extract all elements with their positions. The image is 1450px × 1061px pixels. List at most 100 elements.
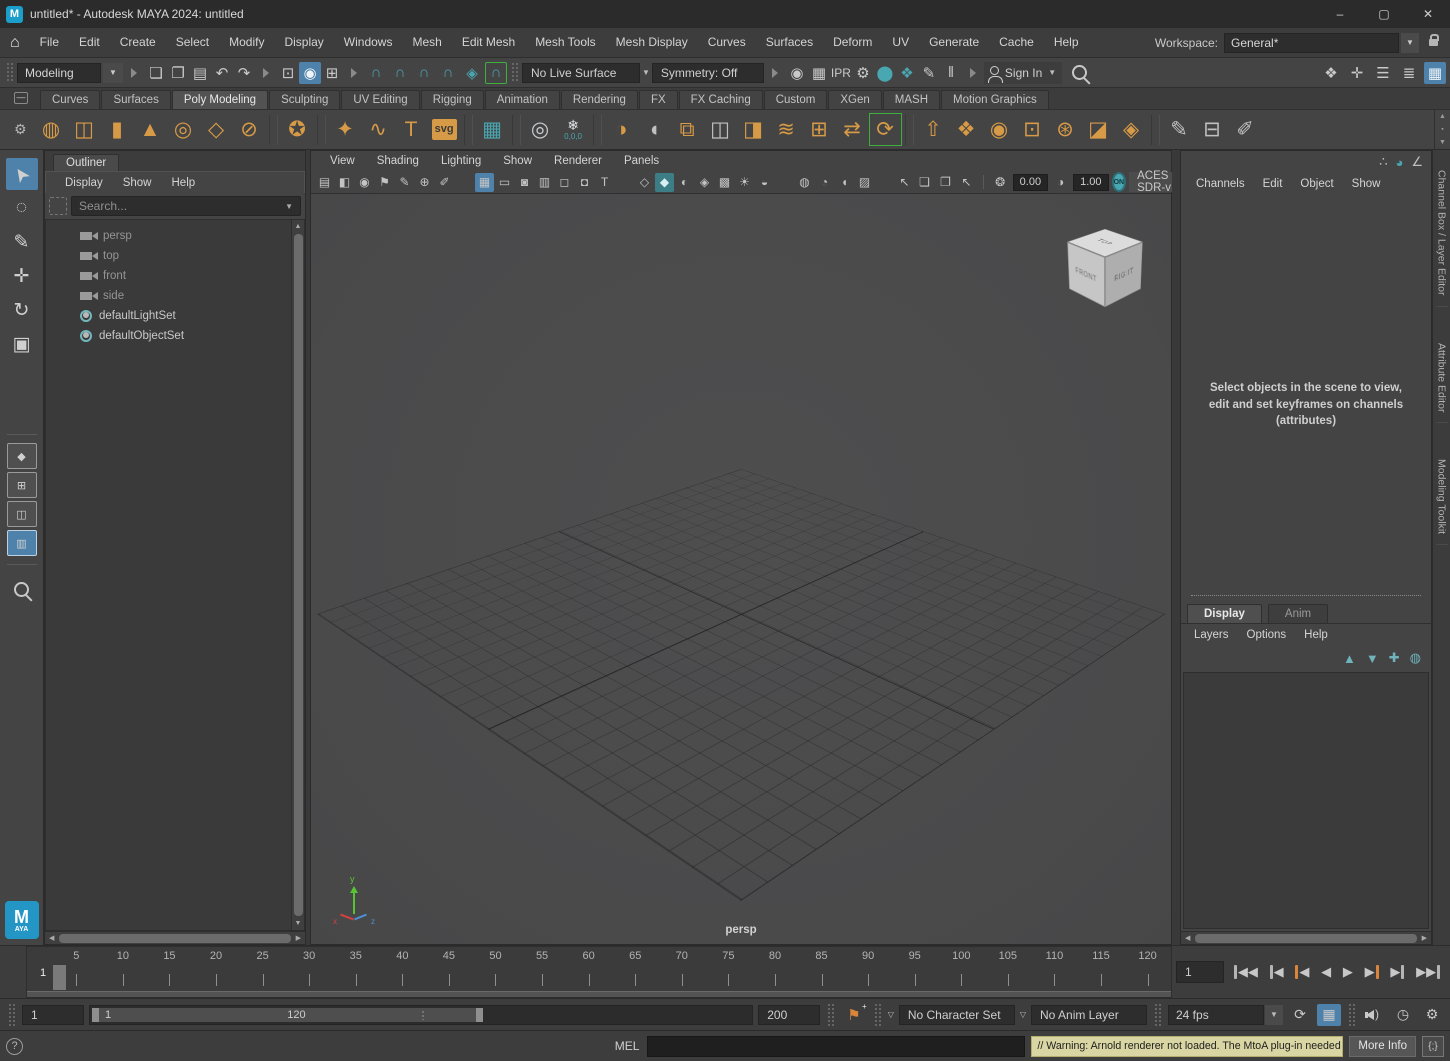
anim-layer-select[interactable]: No Anim Layer — [1031, 1005, 1147, 1025]
lock-camera-icon[interactable]: ◧ — [335, 173, 354, 192]
menu-set-select[interactable]: Modeling — [17, 63, 101, 83]
channel-horizontal-scrollbar[interactable]: ◀ ▶ — [1181, 931, 1431, 944]
shelf-scroll-buttons[interactable]: ▲ ▪ ▼ — [1434, 110, 1450, 149]
color-management-toggle[interactable]: ON — [1112, 172, 1127, 192]
channel-menu-show[interactable]: Show — [1343, 178, 1390, 190]
outliner-item[interactable]: defaultLightSet — [46, 306, 291, 326]
smooth-icon[interactable]: ≋ — [770, 113, 803, 146]
viewport-menu-view[interactable]: View — [319, 155, 366, 167]
super-shape-icon[interactable]: ✦ — [329, 113, 362, 146]
fps-select[interactable]: 24 fps — [1168, 1005, 1264, 1025]
channel-menu-channels[interactable]: Channels — [1187, 178, 1254, 190]
shelf-tab-xgen[interactable]: XGen — [828, 90, 881, 109]
range-end-handle[interactable] — [476, 1008, 483, 1022]
menu-modify[interactable]: Modify — [219, 28, 274, 57]
channel-box-icon[interactable]: ☰ — [1372, 62, 1394, 84]
move-tool[interactable]: ✛ — [6, 260, 38, 292]
shelf-minimize-icon[interactable]: — — [14, 92, 28, 104]
script-editor-icon[interactable]: {;} — [1422, 1036, 1444, 1057]
helix-icon[interactable]: ∿ — [362, 113, 395, 146]
boolean-union-icon[interactable]: ◑ — [605, 113, 638, 146]
move-layer-up-icon[interactable]: ▲ — [1343, 651, 1356, 666]
more-info-button[interactable]: More Info — [1349, 1036, 1416, 1057]
outliner-item[interactable]: top — [46, 246, 291, 266]
separator[interactable] — [905, 115, 914, 145]
modeling-toolkit-icon[interactable]: ❖ — [1320, 62, 1342, 84]
shelf-tab-rendering[interactable]: Rendering — [561, 90, 638, 109]
poly-plane-icon[interactable]: ◇ — [200, 113, 233, 146]
separator[interactable] — [615, 173, 634, 192]
shelf-tab-custom[interactable]: Custom — [764, 90, 828, 109]
command-language-label[interactable]: MEL — [615, 1039, 642, 1053]
animation-preferences-icon[interactable]: ⚙ — [1420, 1004, 1444, 1026]
outliner-tab[interactable]: Outliner — [53, 154, 119, 171]
shaded-icon[interactable]: ◆ — [655, 173, 674, 192]
ipr-render-icon[interactable]: IPR — [830, 62, 852, 84]
extract-icon[interactable]: ◨ — [737, 113, 770, 146]
poly-text-icon[interactable]: T — [395, 113, 428, 146]
redo-icon[interactable]: ↷ — [233, 62, 255, 84]
command-input[interactable] — [647, 1036, 1025, 1057]
render-setup-icon[interactable]: ❖ — [896, 62, 918, 84]
current-frame-field[interactable]: 1 — [1176, 961, 1224, 983]
separator[interactable] — [512, 115, 521, 145]
home-icon[interactable]: ⌂ — [10, 34, 20, 52]
menu-deform[interactable]: Deform — [823, 28, 882, 57]
shelf-tab-curves[interactable]: Curves — [40, 90, 100, 109]
grip-handle[interactable] — [1154, 1003, 1161, 1026]
mute-audio-icon[interactable] — [1362, 1004, 1386, 1026]
time-slider-track[interactable]: 5 10 15 20 25 — [26, 946, 1172, 998]
panel-divider[interactable] — [1191, 595, 1421, 596]
layer-menu-options[interactable]: Options — [1238, 629, 1296, 641]
sidebar-tab-modeling-toolkit[interactable]: Modeling Toolkit — [1436, 449, 1448, 545]
menu-edit-mesh[interactable]: Edit Mesh — [452, 28, 525, 57]
fps-dropdown-icon[interactable]: ▼ — [1265, 1005, 1283, 1025]
channel-menu-object[interactable]: Object — [1291, 178, 1342, 190]
select-tool[interactable]: ➤ — [6, 158, 38, 190]
poly-sphere-icon[interactable]: ◍ — [35, 113, 68, 146]
mirror-icon[interactable]: ⇄ — [836, 113, 869, 146]
gamma-icon[interactable]: ◑ — [1051, 173, 1070, 192]
use-default-material-icon[interactable]: ▩ — [715, 173, 734, 192]
step-back-key-button[interactable]: ◀ — [1295, 964, 1309, 980]
separator[interactable] — [464, 115, 473, 145]
pause-viewport-icon[interactable]: ‖ — [940, 62, 962, 84]
edit-edge-flow-icon[interactable]: ⊟ — [1196, 113, 1229, 146]
range-grip[interactable] — [421, 1010, 426, 1020]
search-dropdown-icon[interactable]: ▼ — [285, 202, 293, 211]
separator[interactable] — [875, 173, 894, 192]
range-start-handle[interactable] — [92, 1008, 99, 1022]
help-icon[interactable]: ? — [6, 1038, 23, 1055]
outliner-persp-layout[interactable]: ▥ — [7, 530, 37, 556]
center-pivot-icon[interactable]: ◎ — [524, 113, 557, 146]
sign-in-button[interactable]: Sign In ▼ — [984, 62, 1062, 84]
auto-keyframe-icon[interactable]: ◷ — [1391, 1004, 1415, 1026]
channel-menu-edit[interactable]: Edit — [1254, 178, 1292, 190]
viewport-canvas[interactable]: TOP FRONT RIGHT y x z persp — [311, 194, 1171, 944]
grid-icon[interactable]: ▦ — [475, 173, 494, 192]
menu-curves[interactable]: Curves — [698, 28, 756, 57]
menu-windows[interactable]: Windows — [334, 28, 403, 57]
resolution-gate-icon[interactable]: ◙ — [515, 173, 534, 192]
menu-create[interactable]: Create — [110, 28, 166, 57]
viewport-menu-show[interactable]: Show — [492, 155, 543, 167]
menu-mesh-display[interactable]: Mesh Display — [606, 28, 698, 57]
two-pane-layout[interactable]: ◫ — [7, 501, 37, 527]
merge-vertices-icon[interactable]: ⊡ — [1016, 113, 1049, 146]
workspace-select[interactable]: General* — [1224, 33, 1399, 53]
make-live-icon[interactable]: ◈ — [461, 62, 483, 84]
playback-loop-icon[interactable]: ⟳ — [1288, 1004, 1312, 1026]
go-to-end-button[interactable]: ▶▶ — [1416, 964, 1440, 980]
scale-tool[interactable]: ▣ — [6, 328, 38, 360]
extrude-icon[interactable]: ⇧ — [917, 113, 950, 146]
hypershade-icon[interactable]: ⬤ — [874, 62, 896, 84]
separator[interactable] — [317, 115, 326, 145]
play-backwards-button[interactable]: ◀ — [1321, 964, 1331, 980]
layer-list[interactable] — [1183, 672, 1429, 929]
poly-cone-icon[interactable]: ▲ — [134, 113, 167, 146]
attribute-editor-icon[interactable]: ≣ — [1398, 62, 1420, 84]
menu-uv[interactable]: UV — [882, 28, 919, 57]
pop-out-icon[interactable]: ↖ — [957, 173, 976, 192]
group-collapse-icon[interactable] — [263, 68, 269, 78]
exposure-field[interactable]: 0.00 — [1013, 174, 1048, 191]
